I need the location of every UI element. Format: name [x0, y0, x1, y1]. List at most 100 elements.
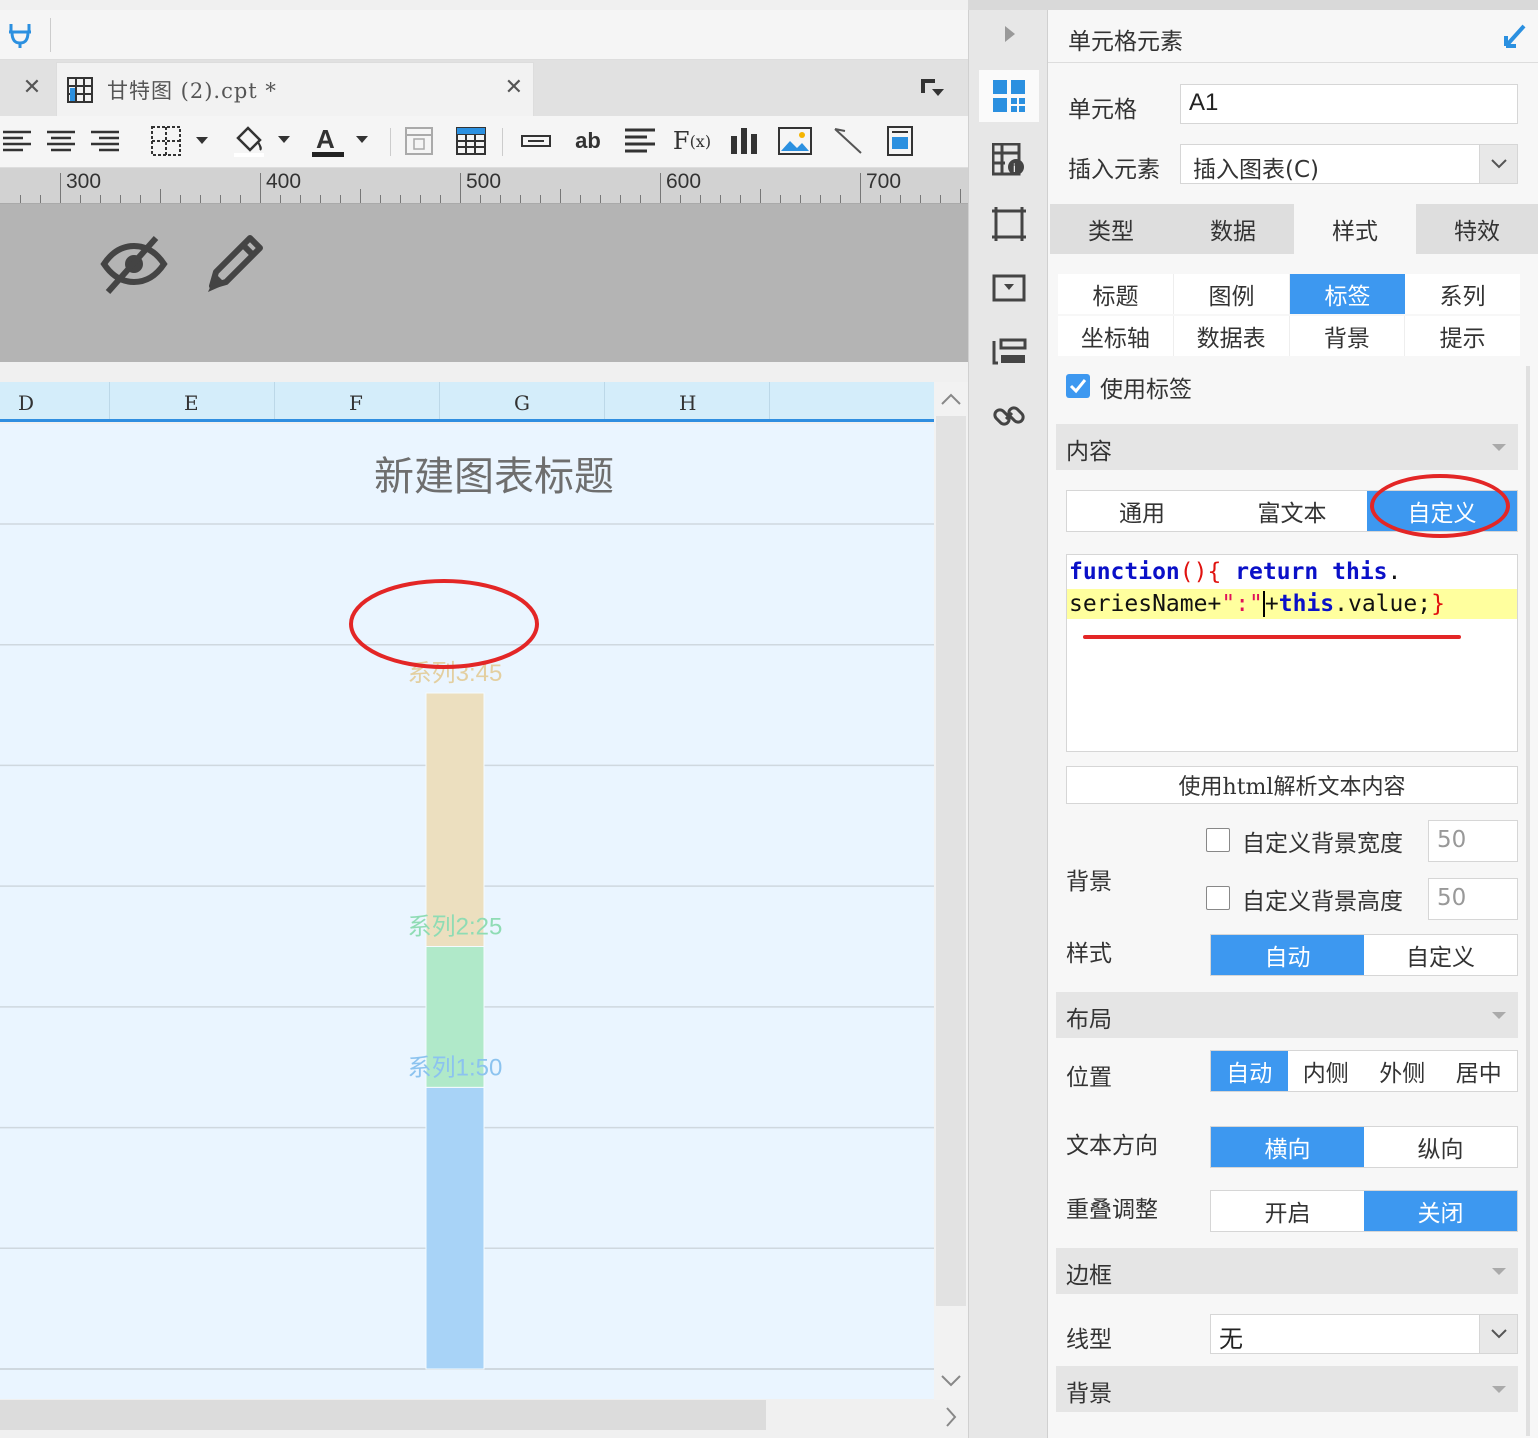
horizontal-scrollbar[interactable] — [0, 1400, 968, 1438]
chevron-down-icon[interactable] — [1479, 1315, 1517, 1353]
cell-attribute-icon[interactable]: i — [979, 134, 1039, 186]
scroll-right-icon[interactable] — [944, 1406, 958, 1428]
table-icon[interactable] — [456, 124, 486, 158]
tab-file[interactable]: 甘特图 (2).cpt * ✕ — [56, 62, 534, 116]
align-center-icon[interactable] — [46, 124, 76, 158]
close-tab-icon[interactable]: ✕ — [18, 76, 46, 100]
subtab-legend[interactable]: 图例 — [1174, 274, 1290, 314]
style-custom[interactable]: 自定义 — [1364, 935, 1517, 975]
image-icon[interactable] — [778, 124, 812, 158]
position-auto[interactable]: 自动 — [1211, 1051, 1288, 1091]
border-section-header[interactable]: 边框 — [1056, 1248, 1518, 1294]
subtab-background[interactable]: 背景 — [1290, 316, 1406, 356]
overlap-on[interactable]: 开启 — [1211, 1191, 1364, 1231]
subtab-label[interactable]: 标签 — [1290, 274, 1405, 314]
hscroll-thumb[interactable] — [0, 1400, 766, 1430]
code-tail: .value; — [1334, 591, 1432, 617]
custom-bg-width-checkbox[interactable] — [1206, 828, 1230, 852]
html-parse-button[interactable]: 使用html解析文本内容 — [1066, 766, 1518, 804]
list-widget-icon[interactable] — [979, 326, 1039, 378]
chevron-down-icon[interactable] — [1479, 145, 1517, 183]
ruler-tick — [380, 195, 381, 203]
align-left-icon[interactable] — [2, 124, 32, 158]
bar-系列1[interactable] — [425, 1086, 485, 1370]
vertical-scrollbar[interactable] — [934, 382, 968, 1402]
column-e[interactable]: E — [110, 382, 275, 419]
tab-effects[interactable]: 特效 — [1416, 204, 1538, 254]
bg-height-input[interactable]: 50 — [1428, 878, 1518, 920]
bg-height-value: 50 — [1437, 885, 1467, 911]
subtab-tooltip[interactable]: 提示 — [1405, 316, 1520, 356]
slash-icon[interactable] — [832, 124, 864, 158]
rich-text-icon[interactable] — [624, 124, 656, 158]
border-dropdown-icon[interactable] — [150, 124, 214, 158]
formula-icon[interactable]: F (x) — [672, 124, 712, 158]
code-line-1: function(){ return this. — [1069, 557, 1401, 587]
column-header: D E F G H — [0, 382, 934, 422]
merge-cell-icon[interactable] — [404, 124, 434, 158]
hyperlink-icon[interactable] — [979, 390, 1039, 442]
panel-scrollbar[interactable] — [1526, 366, 1530, 1436]
collapse-arrow-icon[interactable] — [1003, 24, 1017, 44]
code-editor[interactable]: function(){ return this. seriesName+":"+… — [1066, 554, 1518, 752]
sub-tabs-row2: 坐标轴 数据表 背景 提示 — [1058, 316, 1520, 356]
ruler-tick — [760, 189, 761, 203]
mode-general[interactable]: 通用 — [1067, 491, 1217, 531]
ruler-tick — [100, 195, 101, 203]
edit-pencil-icon[interactable] — [202, 232, 266, 296]
tab-data[interactable]: 数据 — [1172, 204, 1294, 254]
line-type-select[interactable]: 无 — [1210, 1314, 1518, 1354]
close-icon[interactable]: ✕ — [505, 75, 523, 100]
subtab-datasheet[interactable]: 数据表 — [1174, 316, 1290, 356]
scroll-thumb[interactable] — [936, 416, 966, 1306]
column-g[interactable]: G — [440, 382, 605, 419]
dropdown-widget-icon[interactable] — [979, 262, 1039, 314]
direction-horizontal[interactable]: 横向 — [1211, 1127, 1364, 1167]
cell-input[interactable]: A1 — [1180, 84, 1518, 124]
insert-element-select[interactable]: 插入图表(C) — [1180, 144, 1518, 184]
custom-bg-width-label: 自定义背景宽度 — [1242, 831, 1403, 857]
widget-frame-icon[interactable] — [979, 198, 1039, 250]
ruler-tick — [580, 195, 581, 203]
hide-eye-icon[interactable] — [100, 234, 168, 296]
use-label-checkbox[interactable] — [1066, 374, 1090, 398]
position-outside[interactable]: 外侧 — [1364, 1051, 1441, 1091]
position-center[interactable]: 居中 — [1441, 1051, 1518, 1091]
background-section-header[interactable]: 背景 — [1056, 1366, 1518, 1412]
code-keyword: return — [1235, 559, 1319, 585]
subtab-axis[interactable]: 坐标轴 — [1058, 316, 1174, 356]
content-section-header[interactable]: 内容 — [1056, 424, 1518, 470]
custom-bg-height-checkbox[interactable] — [1206, 886, 1230, 910]
plugin-icon[interactable] — [6, 20, 34, 50]
bg-width-input[interactable]: 50 — [1428, 820, 1518, 862]
column-d[interactable]: D — [0, 382, 110, 419]
style-auto[interactable]: 自动 — [1211, 935, 1364, 975]
overlap-off[interactable]: 关闭 — [1364, 1191, 1517, 1231]
subtab-series[interactable]: 系列 — [1405, 274, 1520, 314]
fill-color-icon[interactable] — [232, 124, 296, 158]
mode-richtext[interactable]: 富文本 — [1217, 491, 1367, 531]
tab-type[interactable]: 类型 — [1050, 204, 1172, 254]
scroll-up-icon[interactable] — [940, 392, 962, 406]
tab-style[interactable]: 样式 — [1294, 204, 1416, 254]
direction-vertical[interactable]: 纵向 — [1364, 1127, 1517, 1167]
bar-系列3[interactable] — [425, 692, 485, 947]
chart-icon[interactable] — [728, 124, 760, 158]
sub-report-icon[interactable] — [884, 124, 916, 158]
column-h[interactable]: H — [605, 382, 770, 419]
scroll-down-icon[interactable] — [940, 1374, 962, 1388]
column-f[interactable]: F — [275, 382, 440, 419]
chart-area[interactable]: 新建图表标题 系列1:50 系列2:25 系列3:45 — [0, 424, 934, 1399]
align-right-icon[interactable] — [90, 124, 120, 158]
check-pin-icon[interactable] — [1502, 22, 1528, 50]
text-field-icon[interactable] — [520, 124, 552, 158]
text-ab-icon[interactable]: ab — [570, 124, 606, 158]
layout-section-header[interactable]: 布局 — [1056, 992, 1518, 1038]
font-color-icon[interactable]: A — [310, 124, 374, 158]
overlap-toggle: 开启 关闭 — [1210, 1190, 1518, 1232]
cell-element-icon[interactable] — [979, 70, 1039, 122]
position-inside[interactable]: 内侧 — [1288, 1051, 1365, 1091]
subtab-title[interactable]: 标题 — [1058, 274, 1174, 314]
tab-menu-icon[interactable] — [920, 78, 946, 100]
ruler-tick — [700, 195, 701, 203]
